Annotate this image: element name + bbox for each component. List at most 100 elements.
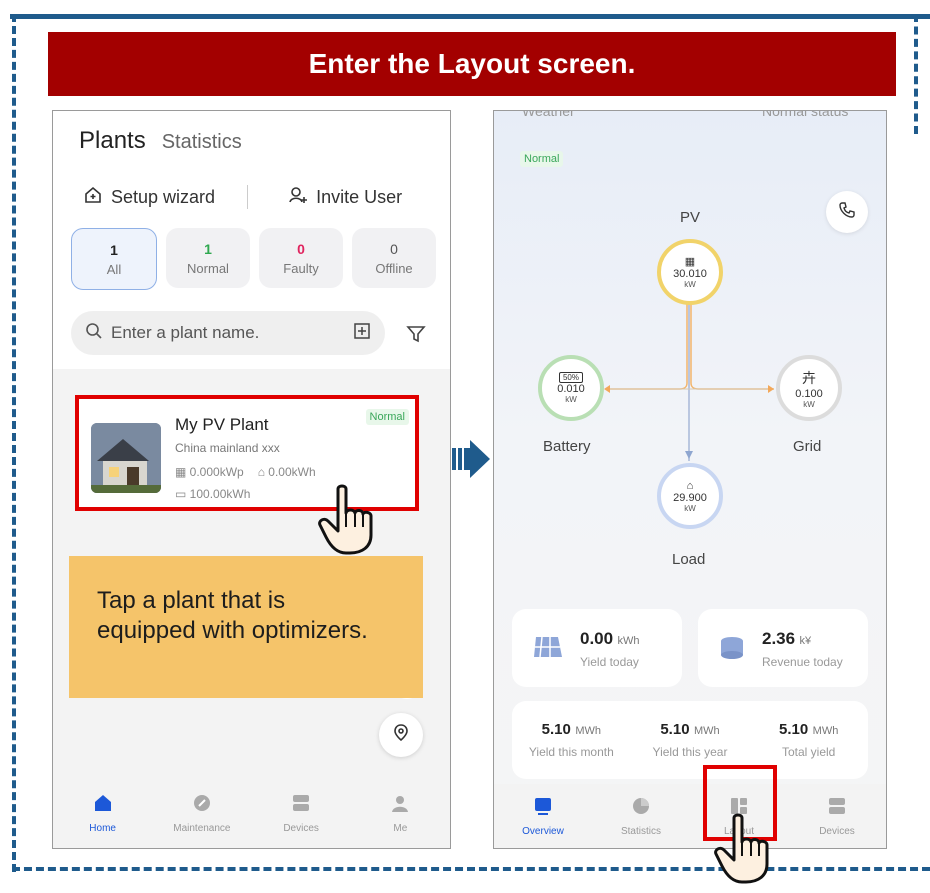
nav-overview-label: Overview [522, 826, 564, 837]
normal-label: Normal [187, 260, 229, 276]
plant-overview-screen: Weather Normal status Normal PV ▦ 30.010… [493, 110, 887, 849]
plants-tabs: Plants Statistics [79, 127, 242, 155]
grid-label: Grid [793, 438, 822, 455]
filter-normal[interactable]: 1 Normal [166, 228, 250, 288]
nav-devices-label: Devices [283, 823, 319, 834]
battery-icon: 50% [558, 372, 583, 383]
plants-header: Plants Statistics Setup wizard Invite Us… [53, 111, 450, 369]
statistics-icon [630, 795, 652, 820]
faulty-label: Faulty [283, 260, 319, 276]
nav-statistics-label: Statistics [620, 826, 661, 837]
total-yield-value-row: 5.10 MWh [779, 721, 838, 739]
nav-statistics[interactable]: Statistics [592, 784, 690, 848]
energy-value: 0.00kWh [268, 465, 316, 479]
next-step-arrow-icon [452, 438, 490, 485]
battery-value: 0.010 [557, 383, 585, 395]
capacity-value: 0.000kWp [189, 465, 244, 479]
nav-overview[interactable]: Overview [494, 784, 592, 848]
plant-thumbnail [91, 423, 161, 493]
yield-year-value: 5.10 [660, 721, 690, 738]
yield-month-label: Yield this month [528, 745, 614, 759]
invite-user-button[interactable]: Invite User [288, 185, 402, 210]
frame-right-border [914, 14, 918, 134]
nav-me-label: Me [393, 823, 408, 834]
solar-panel-icon: ▦ [684, 256, 696, 268]
energy-stat: ⌂ 0.00kWh [257, 465, 316, 479]
plant-location: China mainland xxx [175, 441, 280, 455]
filter-all[interactable]: 1 All [71, 228, 157, 290]
tap-layout-hand-icon [712, 812, 776, 891]
yield-month-unit: MWh [575, 725, 601, 737]
yield-month-value: 5.10 [541, 721, 571, 738]
battery-node[interactable]: 50% 0.010 kW [538, 355, 604, 421]
nav-maintenance[interactable]: Maintenance [152, 778, 251, 848]
battery-label: Battery [543, 438, 591, 455]
setup-wizard-label: Setup wizard [111, 186, 216, 207]
bottom-nav: Home Maintenance Devices Me [53, 778, 450, 848]
nav-devices-plant[interactable]: Devices [788, 784, 886, 848]
load-unit: kW [684, 503, 696, 513]
map-location-button[interactable] [379, 713, 423, 757]
yield-today-unit: kWh [617, 635, 640, 647]
overview-icon [532, 795, 554, 820]
coins-icon [718, 633, 748, 668]
grid-tower-icon: 卉 [802, 369, 816, 386]
tab-plants[interactable]: Plants [79, 127, 146, 155]
yield-year-unit: MWh [694, 725, 720, 737]
nav-home[interactable]: Home [53, 778, 152, 848]
nav-devices[interactable]: Devices [252, 778, 351, 848]
maintenance-icon [191, 792, 213, 817]
nav-devices-plant-label: Devices [819, 826, 855, 837]
plant-search-bar[interactable]: Enter a plant name. [71, 311, 385, 355]
yield-today-card[interactable]: 0.00 kWh Yield today [512, 609, 682, 687]
search-input[interactable]: Enter a plant name. [111, 323, 353, 343]
frame-top-border [10, 14, 930, 19]
nav-me[interactable]: Me [351, 778, 450, 848]
plant-name: My PV Plant [175, 415, 269, 434]
yield-today-value: 0.00 [580, 629, 614, 648]
pv-value: 30.010 [673, 268, 707, 280]
me-icon [389, 792, 411, 817]
tab-statistics[interactable]: Statistics [162, 131, 242, 154]
revenue-today-value: 2.36 [762, 629, 796, 648]
yield-month-value-row: 5.10 MWh [542, 721, 601, 739]
offline-count: 0 [390, 240, 398, 257]
load-node[interactable]: ⌂ 29.900 kW [657, 463, 723, 529]
plant-status-badge: Normal [365, 409, 409, 425]
devices-icon [290, 792, 312, 817]
plant-bottom-nav: Overview Statistics Layout Devices [494, 784, 886, 848]
total-yield-value: 5.10 [779, 721, 809, 738]
yield-year-value-row: 5.10 MWh [660, 721, 719, 739]
filter-offline[interactable]: 0 Offline [352, 228, 436, 288]
plants-screen: Plants Statistics Setup wizard Invite Us… [52, 110, 451, 849]
battery-unit: kW [565, 395, 577, 404]
instruction-banner: Enter the Layout screen. [48, 32, 896, 96]
revenue-today-card[interactable]: 2.36 k¥ Revenue today [698, 609, 868, 687]
load-value: 29.900 [673, 491, 707, 504]
revenue-value-row: 2.36 k¥ [762, 629, 811, 649]
nav-home-label: Home [89, 823, 116, 834]
filter-icon[interactable] [405, 323, 427, 350]
all-count: 1 [110, 241, 118, 258]
pv-node[interactable]: ▦ 30.010 kW [657, 239, 723, 305]
nav-maintenance-label: Maintenance [173, 823, 231, 834]
revenue-today-label: Revenue today [762, 655, 843, 669]
yield-today-label: Yield today [580, 655, 639, 669]
plant-actions: Setup wizard Invite User [83, 181, 423, 213]
home-icon [92, 792, 114, 817]
yield-totals-card: 5.10 MWh Yield this month 5.10 MWh Yield… [512, 701, 868, 779]
plant-status-filters: 1 All 1 Normal 0 Faulty 0 Offline [71, 228, 436, 290]
normal-count: 1 [204, 240, 212, 257]
filter-faulty[interactable]: 0 Faulty [259, 228, 343, 288]
setup-wizard-button[interactable]: Setup wizard [83, 185, 215, 210]
search-icon [85, 322, 103, 345]
devices-icon [826, 795, 848, 820]
grid-node[interactable]: 卉 0.100 kW [776, 355, 842, 421]
capacity-stat: ▦ 0.000kWp [175, 465, 244, 479]
all-label: All [106, 261, 122, 277]
grid-unit: kW [803, 399, 815, 409]
grid-value: 0.100 [795, 387, 823, 400]
yield-month-block: 5.10 MWh Yield this month [512, 701, 631, 779]
scan-icon[interactable] [353, 322, 371, 345]
frame-left-border [12, 14, 16, 872]
